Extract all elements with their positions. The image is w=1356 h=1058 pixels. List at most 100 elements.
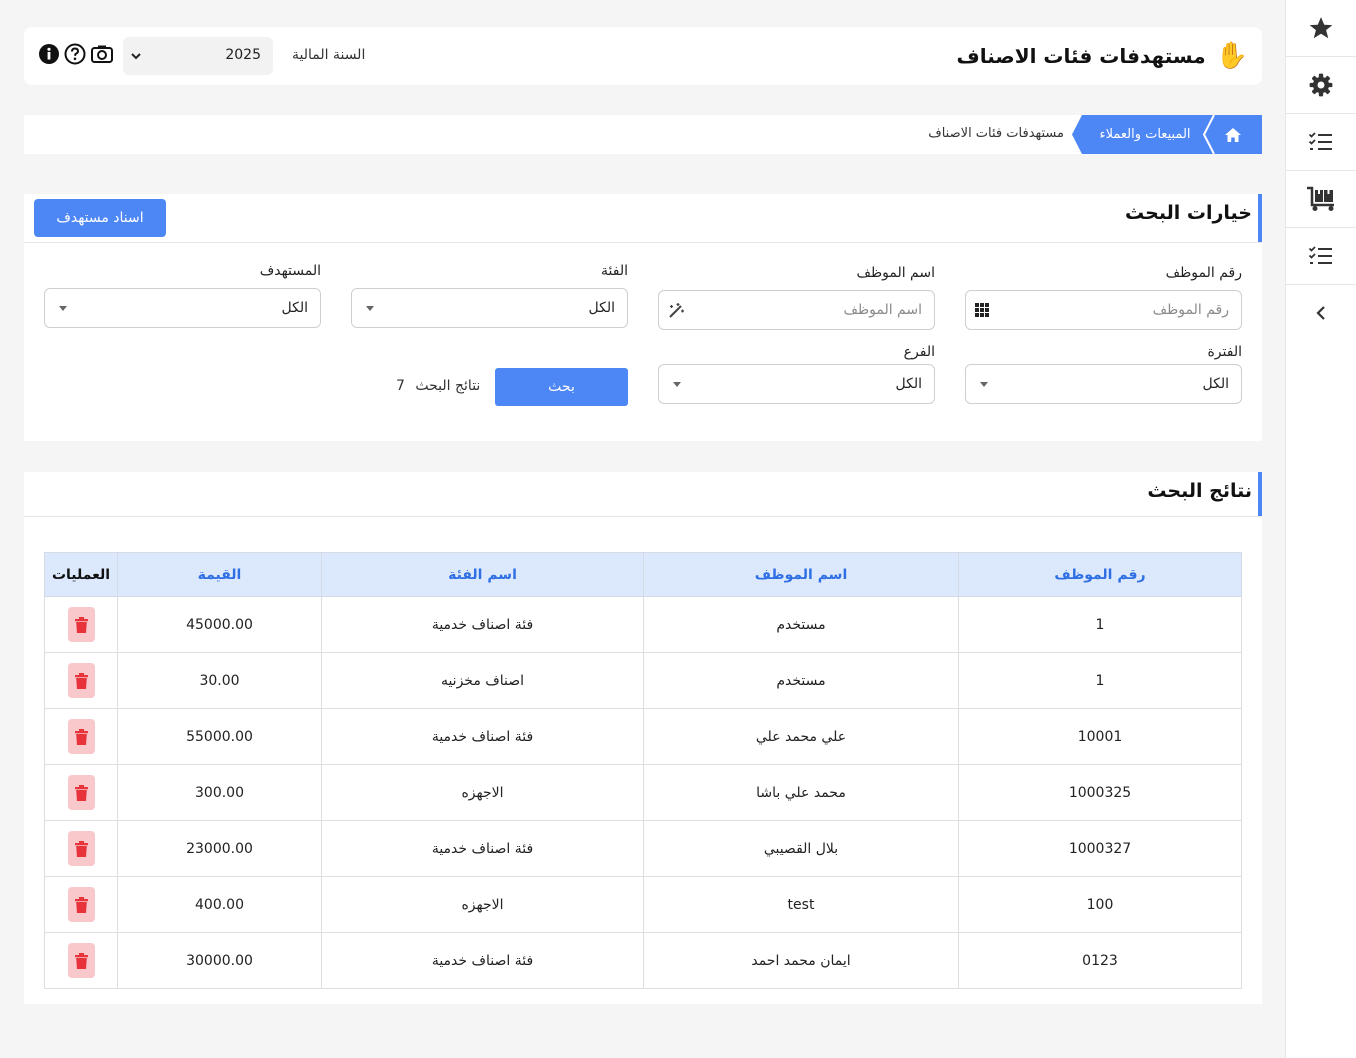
magic-wand-icon[interactable] <box>667 302 685 320</box>
page-header: ✋ مستهدفات فئات الاصناف السنة المالية 20… <box>24 27 1262 85</box>
table-row: 100 test الاجهزه 400.00 <box>44 876 1242 933</box>
trash-icon <box>74 896 88 913</box>
page-title: مستهدفات فئات الاصناف <box>956 44 1206 68</box>
cell-operations <box>44 932 118 989</box>
employee-no-input[interactable]: رقم الموظف <box>965 290 1242 330</box>
delete-button[interactable] <box>67 775 95 810</box>
col-operations: العمليات <box>44 552 118 597</box>
cell-employee-no: 100 <box>958 876 1242 933</box>
employee-name-input[interactable]: اسم الموظف <box>658 290 935 330</box>
cell-employee-name: علي محمد علي <box>643 708 959 765</box>
header-accent <box>1258 194 1262 242</box>
delete-button[interactable] <box>67 719 95 754</box>
trash-icon <box>74 952 88 969</box>
checklist-icon <box>1308 246 1332 264</box>
cell-employee-name: محمد علي باشا <box>643 764 959 821</box>
trash-icon <box>74 616 88 633</box>
col-category-name[interactable]: اسم الفئة <box>321 552 644 597</box>
target-select[interactable]: الكل <box>44 288 321 328</box>
cell-category-name: اصناف مخزنيه <box>321 652 644 709</box>
trash-icon <box>74 728 88 745</box>
results-count: نتائج البحث 7 <box>396 378 480 394</box>
caret-down-icon <box>980 382 988 387</box>
cell-employee-no: 10001 <box>958 708 1242 765</box>
employee-no-label: رقم الموظف <box>1165 265 1242 281</box>
fiscal-year-select[interactable]: 2025 <box>123 37 273 75</box>
branch-value: الكل <box>895 376 923 392</box>
category-value: الكل <box>588 300 616 316</box>
cell-category-name: الاجهزه <box>321 876 644 933</box>
results-table: رقم الموظف اسم الموظف اسم الفئة القيمة ا… <box>44 552 1242 989</box>
cell-employee-no: 1000325 <box>958 764 1242 821</box>
col-employee-no[interactable]: رقم الموظف <box>958 552 1242 597</box>
cell-value: 30.00 <box>117 652 322 709</box>
search-results-header: نتائج البحث <box>24 472 1262 517</box>
target-value: الكل <box>281 300 309 316</box>
sidebar-tasks-2[interactable] <box>1286 228 1356 285</box>
chevron-left-icon <box>1316 306 1325 320</box>
cell-value: 30000.00 <box>117 932 322 989</box>
main-area: ✋ مستهدفات فئات الاصناف السنة المالية 20… <box>0 0 1286 1058</box>
gear-icon <box>1309 73 1333 97</box>
search-button[interactable]: بحث <box>495 368 628 406</box>
caret-down-icon <box>59 306 67 311</box>
sidebar-settings[interactable] <box>1286 57 1356 114</box>
cell-category-name: فئة اصناف خدمية <box>321 596 644 653</box>
period-value: الكل <box>1202 376 1230 392</box>
col-value[interactable]: القيمة <box>117 552 322 597</box>
delete-button[interactable] <box>67 887 95 922</box>
period-select[interactable]: الكل <box>965 364 1242 404</box>
cell-category-name: فئة اصناف خدمية <box>321 932 644 989</box>
results-count-label: نتائج البحث <box>415 378 481 394</box>
period-label: الفترة <box>1207 344 1242 360</box>
cell-employee-name: مستخدم <box>643 652 959 709</box>
results-count-value: 7 <box>396 378 405 394</box>
cell-employee-name: مستخدم <box>643 596 959 653</box>
help-icon[interactable] <box>64 43 86 65</box>
cell-category-name: فئة اصناف خدمية <box>321 708 644 765</box>
delete-button[interactable] <box>67 663 95 698</box>
employee-name-placeholder: اسم الموظف <box>843 302 922 318</box>
table-row: 0123 ايمان محمد احمد فئة اصناف خدمية 30000.… <box>44 932 1242 989</box>
branch-select[interactable]: الكل <box>658 364 935 404</box>
breadcrumb: مستهدفات فئات الاصناف المبيعات والعملاء <box>24 115 1262 154</box>
delete-button[interactable] <box>67 943 95 978</box>
cell-employee-no: 1000327 <box>958 820 1242 877</box>
fiscal-year-value: 2025 <box>225 47 261 63</box>
category-label: الفئة <box>601 263 628 279</box>
right-sidebar <box>1285 0 1356 1058</box>
search-results-title: نتائج البحث <box>1147 480 1252 502</box>
delete-button[interactable] <box>67 831 95 866</box>
cell-employee-name: بلال القصيبي <box>643 820 959 877</box>
cell-category-name: الاجهزه <box>321 764 644 821</box>
branch-label: الفرع <box>903 344 935 360</box>
table-row: 10001 علي محمد علي فئة اصناف خدمية 55000.00 <box>44 708 1242 765</box>
camera-icon[interactable] <box>90 43 114 65</box>
home-icon <box>1225 127 1241 142</box>
assign-target-button[interactable]: اسناد مستهدف <box>34 199 166 237</box>
sidebar-delivery[interactable] <box>1286 171 1356 228</box>
cell-operations <box>44 596 118 653</box>
page-title-wrap: ✋ مستهدفات فئات الاصناف <box>956 37 1248 75</box>
caret-down-icon <box>366 306 374 311</box>
breadcrumb-sales-link[interactable]: المبيعات والعملاء <box>1072 115 1214 154</box>
delete-button[interactable] <box>67 607 95 642</box>
sidebar-tasks[interactable] <box>1286 114 1356 171</box>
info-icon[interactable] <box>38 43 60 65</box>
sidebar-collapse[interactable] <box>1286 285 1356 341</box>
col-employee-name[interactable]: اسم الموظف <box>643 552 959 597</box>
cell-employee-name: test <box>643 876 959 933</box>
category-select[interactable]: الكل <box>351 288 628 328</box>
header-icons <box>38 43 114 65</box>
grid-icon[interactable] <box>974 302 990 318</box>
caret-down-icon <box>673 382 681 387</box>
table-row: 1 مستخدم فئة اصناف خدمية 45000.00 <box>44 596 1242 653</box>
table-header-row: رقم الموظف اسم الموظف اسم الفئة القيمة ا… <box>44 552 1242 597</box>
search-options-card: خيارات البحث اسناد مستهدف رقم الموظف رقم… <box>24 194 1262 441</box>
checklist-icon <box>1308 132 1332 150</box>
table-row: 1000327 بلال القصيبي فئة اصناف خدمية 23000.… <box>44 820 1242 877</box>
chevron-down-icon <box>131 53 141 60</box>
trash-icon <box>74 784 88 801</box>
target-label: المستهدف <box>259 263 321 279</box>
sidebar-favorites[interactable] <box>1286 0 1356 57</box>
